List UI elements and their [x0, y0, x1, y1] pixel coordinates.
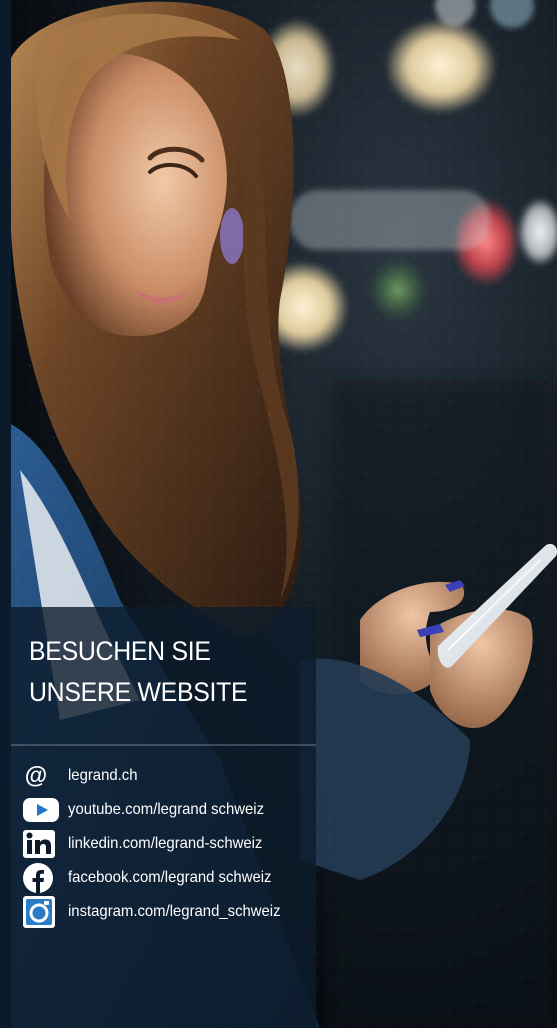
- link-instagram-label: instagram.com/legrand_schweiz: [68, 903, 281, 920]
- panel-title-line-2: UNSERE WEBSITE: [29, 677, 248, 707]
- link-facebook[interactable]: facebook.com/legrand schweiz: [23, 861, 297, 895]
- panel-divider: [11, 744, 316, 746]
- link-facebook-label: facebook.com/legrand schweiz: [68, 869, 272, 886]
- left-edge-strip: [0, 0, 11, 1028]
- link-website[interactable]: @ legrand.ch: [23, 759, 297, 793]
- panel-title-line-1: BESUCHEN SIE: [29, 636, 211, 666]
- link-instagram[interactable]: instagram.com/legrand_schweiz: [23, 895, 297, 929]
- svg-text:@: @: [25, 763, 47, 788]
- instagram-icon: [23, 896, 59, 928]
- flyer-page: BESUCHEN SIE UNSERE WEBSITE @ legrand.ch: [0, 0, 557, 1028]
- panel-title: BESUCHEN SIE UNSERE WEBSITE: [29, 631, 248, 713]
- at-icon: @: [23, 761, 59, 791]
- link-linkedin-label: linkedin.com/legrand-schweiz: [68, 835, 263, 852]
- social-links-list: @ legrand.ch youtube.com/legrand schweiz: [23, 759, 297, 929]
- linkedin-icon: [23, 829, 59, 859]
- link-website-label: legrand.ch: [68, 767, 138, 784]
- link-youtube[interactable]: youtube.com/legrand schweiz: [23, 793, 297, 827]
- youtube-icon: [23, 795, 59, 825]
- website-info-panel: BESUCHEN SIE UNSERE WEBSITE @ legrand.ch: [11, 607, 316, 1028]
- link-youtube-label: youtube.com/legrand schweiz: [68, 801, 265, 818]
- link-linkedin[interactable]: linkedin.com/legrand-schweiz: [23, 827, 297, 861]
- facebook-icon: [23, 863, 59, 893]
